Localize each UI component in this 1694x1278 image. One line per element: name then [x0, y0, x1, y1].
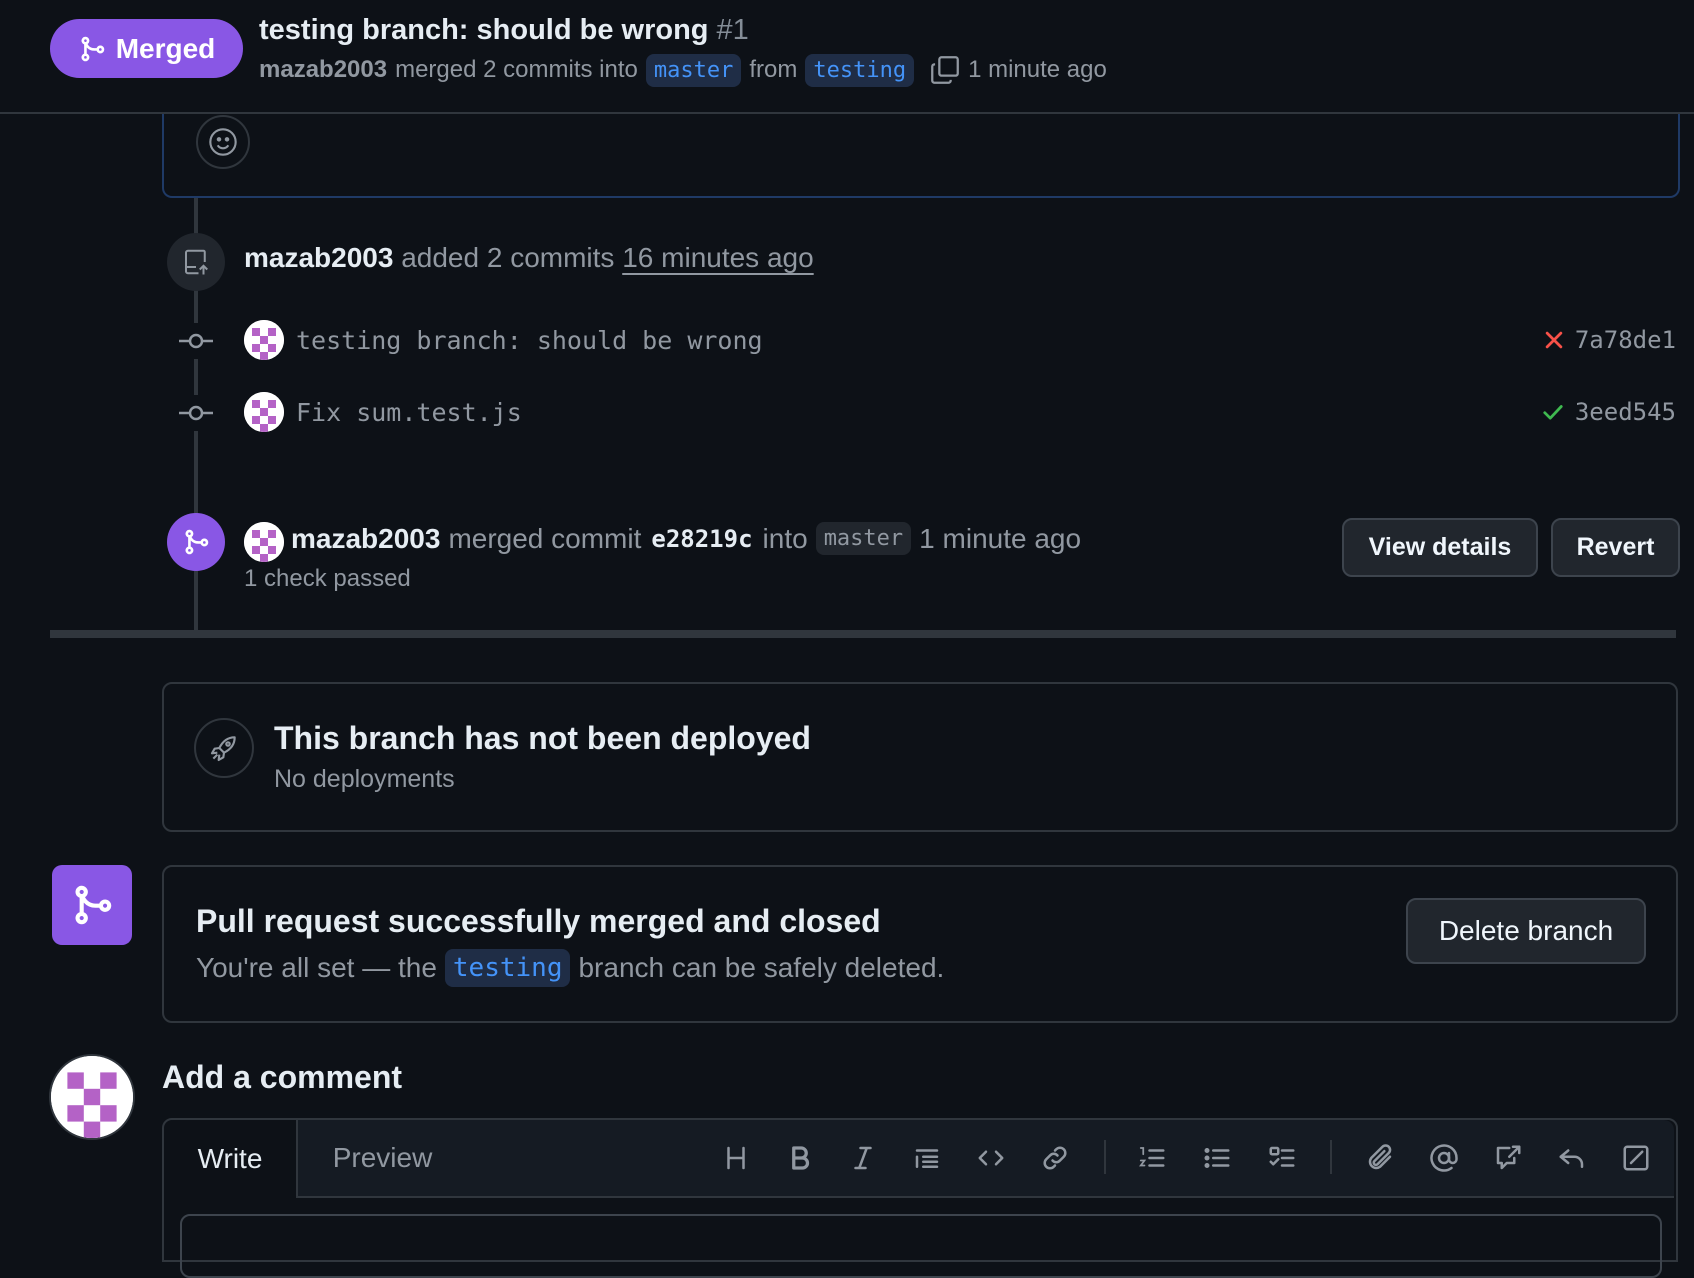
check-icon[interactable]: [1541, 401, 1565, 423]
tab-preview[interactable]: Preview: [300, 1120, 465, 1196]
pr-number: #1: [716, 14, 749, 46]
push-event-text: mazab2003 added 2 commits 16 minutes ago: [244, 242, 814, 274]
reference-icon[interactable]: [1488, 1138, 1528, 1178]
push-author-link[interactable]: mazab2003: [244, 242, 393, 273]
pr-title: testing branch: should be wrong #1: [259, 14, 749, 47]
merge-summary: merged commit: [448, 522, 642, 554]
bold-icon[interactable]: [780, 1138, 820, 1178]
merge-commit-sha-link[interactable]: e28219c: [651, 525, 752, 553]
push-event-node: [167, 233, 225, 291]
merged-status-badge: Merged: [50, 19, 243, 78]
view-details-button[interactable]: View details: [1342, 518, 1538, 577]
deployment-subtitle: No deployments: [274, 765, 455, 793]
ordered-list-icon[interactable]: [1132, 1138, 1172, 1178]
reply-icon[interactable]: [1552, 1138, 1592, 1178]
merged-commits-text: merged 2 commits into: [395, 56, 638, 83]
commit-sha-row: 7a78de1: [1543, 326, 1676, 354]
commit-sha-row: 3eed545: [1541, 398, 1676, 426]
heading-icon[interactable]: [716, 1138, 756, 1178]
task-list-icon[interactable]: [1262, 1138, 1302, 1178]
commit-sha-link[interactable]: 7a78de1: [1575, 326, 1676, 354]
git-merge-icon: [78, 34, 106, 64]
merged-sub-prefix: You're all set — the: [196, 952, 437, 983]
commit-author-avatar[interactable]: [244, 392, 284, 432]
merged-title: Pull request successfully merged and clo…: [196, 903, 881, 939]
head-branch-link[interactable]: testing: [805, 53, 915, 87]
x-icon[interactable]: [1543, 329, 1565, 351]
commit-dot-icon: [178, 323, 214, 359]
commit-sha-link[interactable]: 3eed545: [1575, 398, 1676, 426]
add-comment-heading: Add a comment: [162, 1059, 403, 1095]
merged-branch-link[interactable]: testing: [444, 949, 571, 987]
merge-target-branch[interactable]: master: [815, 522, 912, 555]
git-merge-icon: [182, 527, 210, 557]
merged-icon-box: [52, 865, 132, 945]
push-time-link[interactable]: 16 minutes ago: [622, 242, 813, 273]
rocket-icon: [194, 718, 254, 778]
commit-message-link[interactable]: testing branch: should be wrong: [296, 326, 763, 355]
commit-message-link[interactable]: Fix sum.test.js: [296, 398, 522, 427]
sticky-header: Merged testing branch: should be wrong #1…: [0, 0, 1694, 114]
checks-status-link[interactable]: 1 check passed: [244, 565, 411, 593]
merge-event-node: [167, 513, 225, 571]
merged-label: Merged: [115, 32, 216, 64]
pr-meta: mazab2003 merged 2 commits into master f…: [259, 53, 1107, 87]
code-icon[interactable]: [971, 1138, 1011, 1178]
merge-time: 1 minute ago: [919, 522, 1082, 554]
from-text: from: [749, 56, 798, 83]
smiley-icon: [207, 126, 239, 158]
merged-sub-suffix: branch can be safely deleted.: [578, 952, 945, 983]
toolbar-divider: [1330, 1140, 1332, 1174]
fullscreen-icon[interactable]: [1616, 1138, 1656, 1178]
comment-textarea[interactable]: [180, 1214, 1662, 1278]
pr-time: 1 minute ago: [968, 56, 1107, 83]
commit-dot-icon: [178, 395, 214, 431]
merged-subtitle: You're all set — the testing branch can …: [196, 949, 944, 987]
quote-icon[interactable]: [907, 1138, 947, 1178]
push-summary: added 2 commits: [401, 242, 615, 273]
current-user-avatar[interactable]: [49, 1054, 135, 1140]
revert-button[interactable]: Revert: [1551, 518, 1680, 577]
delete-branch-button[interactable]: Delete branch: [1406, 898, 1646, 964]
link-icon[interactable]: [1035, 1138, 1075, 1178]
toolbar-divider: [1104, 1140, 1106, 1174]
deployment-status-box: [162, 682, 1678, 832]
mention-icon[interactable]: [1424, 1138, 1464, 1178]
pr-author-link[interactable]: mazab2003: [259, 56, 387, 84]
merge-author-link[interactable]: mazab2003: [291, 523, 440, 555]
attach-icon[interactable]: [1360, 1138, 1400, 1178]
add-reaction-button[interactable]: [196, 115, 250, 169]
tab-write[interactable]: Write: [164, 1120, 298, 1198]
deployment-title: This branch has not been deployed: [274, 720, 811, 756]
unordered-list-icon[interactable]: [1197, 1138, 1237, 1178]
timeline-divider: [50, 630, 1676, 638]
commit-author-avatar[interactable]: [244, 320, 284, 360]
merge-event-text: mazab2003 merged commit e28219c into mas…: [291, 522, 1081, 555]
into-text: into: [762, 522, 808, 554]
git-merge-icon: [70, 881, 114, 929]
merge-author-avatar[interactable]: [244, 522, 284, 562]
base-branch-link[interactable]: master: [645, 53, 742, 87]
pr-title-text: testing branch: should be wrong: [259, 14, 709, 46]
copy-icon[interactable]: [928, 53, 962, 87]
italic-icon[interactable]: [843, 1138, 883, 1178]
repo-push-icon: [181, 247, 211, 277]
previous-comment-box: [162, 100, 1680, 198]
